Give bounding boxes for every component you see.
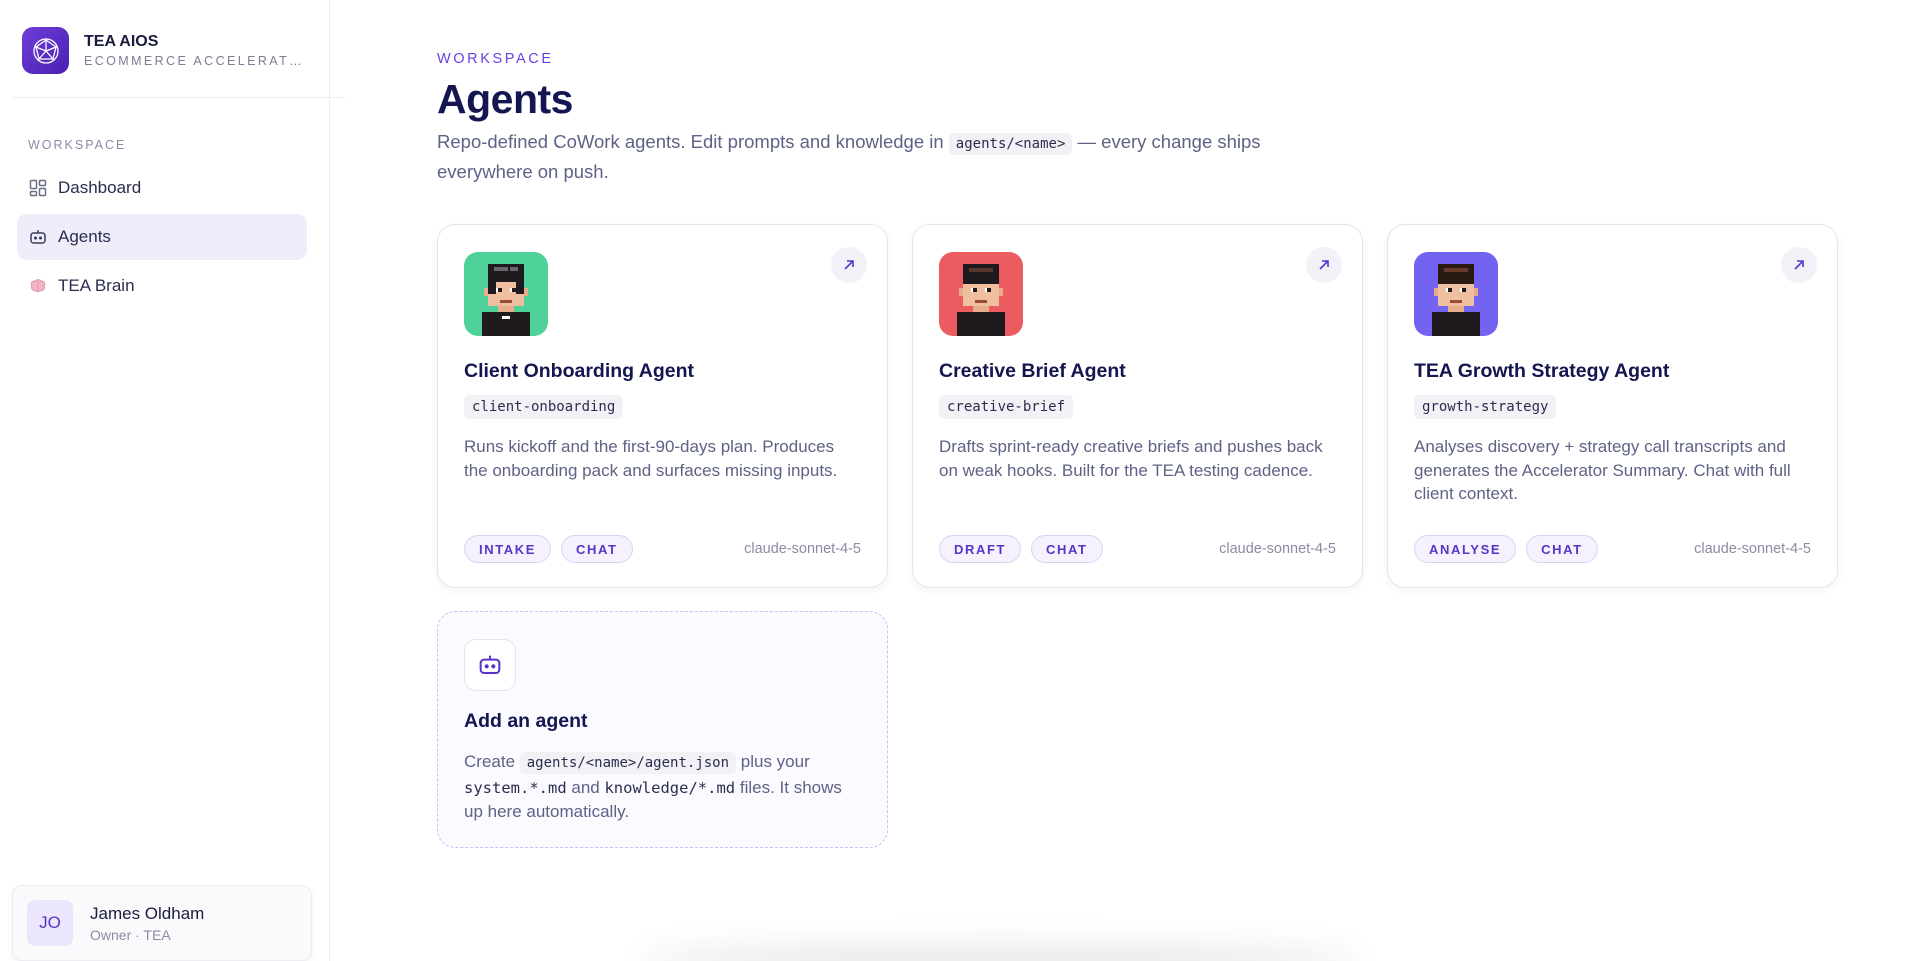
add-agent-description: Create agents/<name>/agent.json plus you… <box>464 750 859 824</box>
agent-card-growth-strategy[interactable]: TEA Growth Strategy Agent growth-strateg… <box>1387 224 1838 588</box>
sidebar-item-dashboard[interactable]: Dashboard <box>17 165 307 211</box>
brand[interactable]: TEA AIOS ECOMMERCE ACCELERAT… <box>22 27 304 74</box>
add-agent-code: agents/<name>/agent.json <box>519 752 737 774</box>
agent-card-creative-brief[interactable]: Creative Brief Agent creative-brief Draf… <box>912 224 1363 588</box>
agent-model: claude-sonnet-4-5 <box>1219 541 1336 557</box>
agent-title: Client Onboarding Agent <box>464 360 695 382</box>
agent-description: Drafts sprint-ready creative briefs and … <box>939 437 1323 480</box>
sidebar-item-agents[interactable]: Agents <box>17 214 307 260</box>
agent-tag: CHAT <box>1031 535 1103 563</box>
agent-avatar-icon <box>464 252 548 336</box>
page-desc-code: agents/<name> <box>948 133 1073 155</box>
agent-tags: DRAFT CHAT <box>939 535 1113 563</box>
sidebar: TEA AIOS ECOMMERCE ACCELERAT… WORKSPACE … <box>0 0 345 961</box>
grid-icon <box>28 178 48 198</box>
page-description: Repo-defined CoWork agents. Edit prompts… <box>437 128 1337 185</box>
agent-description: Analyses discovery + strategy call trans… <box>1414 437 1791 503</box>
add-agent-code: knowledge/*.md <box>604 778 736 797</box>
open-agent-button[interactable] <box>1781 247 1817 283</box>
user-role: Owner · TEA <box>90 926 171 943</box>
robot-icon <box>28 227 48 247</box>
agent-slug: growth-strategy <box>1414 395 1557 419</box>
open-agent-button[interactable] <box>1306 247 1342 283</box>
agent-tags: INTAKE CHAT <box>464 535 643 563</box>
agent-avatar-icon <box>1414 252 1498 336</box>
brand-subtitle: ECOMMERCE ACCELERAT… <box>84 54 304 68</box>
agent-slug: creative-brief <box>939 395 1074 419</box>
agent-tag: CHAT <box>561 535 633 563</box>
agent-slug: client-onboarding <box>464 395 624 419</box>
add-agent-card[interactable]: Add an agent Create agents/<name>/agent.… <box>437 611 888 848</box>
user-card[interactable]: JO James Oldham Owner · TEA <box>12 885 312 961</box>
agent-tag: INTAKE <box>464 535 552 563</box>
avatar: JO <box>27 900 73 946</box>
sidebar-item-tea-brain[interactable]: TEA Brain <box>17 263 307 309</box>
user-name: James Oldham <box>90 903 205 923</box>
sidebar-item-label: Dashboard <box>58 178 142 197</box>
agent-tag: CHAT <box>1526 535 1598 563</box>
page-eyebrow: WORKSPACE <box>437 51 554 67</box>
arrow-up-right-icon <box>1794 260 1804 270</box>
add-agent-text: Create <box>464 752 520 771</box>
agent-model: claude-sonnet-4-5 <box>1694 541 1811 557</box>
agent-tag: DRAFT <box>939 535 1022 563</box>
add-agent-code: system.*.md <box>464 778 567 797</box>
robot-icon <box>464 639 516 691</box>
agent-model: claude-sonnet-4-5 <box>744 541 861 557</box>
page-title: Agents <box>437 76 573 122</box>
agent-tag: ANALYSE <box>1414 535 1517 563</box>
sidebar-item-label: Agents <box>58 227 111 246</box>
brand-divider <box>12 97 345 98</box>
add-agent-title: Add an agent <box>464 710 588 732</box>
agent-title: Creative Brief Agent <box>939 360 1126 382</box>
agent-description: Runs kickoff and the first-90-days plan.… <box>464 437 838 480</box>
open-agent-button[interactable] <box>831 247 867 283</box>
nav-section-label: WORKSPACE <box>28 138 127 152</box>
add-agent-text: and <box>566 777 605 797</box>
page-desc-text: Repo-defined CoWork agents. Edit prompts… <box>437 131 949 152</box>
brand-logo-icon <box>22 27 69 74</box>
sidebar-item-label: TEA Brain <box>58 276 135 295</box>
agent-tags: ANALYSE CHAT <box>1414 535 1608 563</box>
agent-avatar-icon <box>939 252 1023 336</box>
add-agent-text: plus your <box>736 752 810 771</box>
brain-icon <box>28 276 48 296</box>
agent-title: TEA Growth Strategy Agent <box>1414 360 1670 382</box>
arrow-up-right-icon <box>1319 260 1329 270</box>
agent-card-client-onboarding[interactable]: Client Onboarding Agent client-onboardin… <box>437 224 888 588</box>
arrow-up-right-icon <box>844 260 854 270</box>
floating-panel-shadow <box>640 945 1360 961</box>
brand-name: TEA AIOS <box>84 33 159 50</box>
sidebar-nav: Dashboard Agents TEA Brain <box>17 165 307 312</box>
